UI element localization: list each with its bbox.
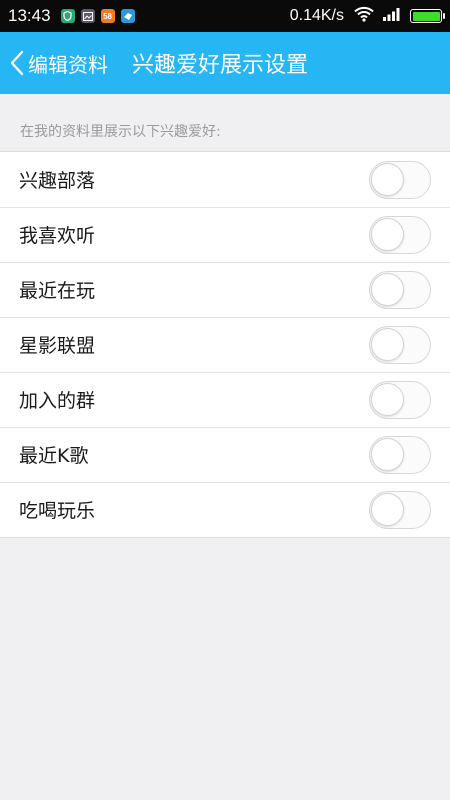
item-label: 加入的群 — [19, 390, 96, 412]
title-bar: 编辑资料 兴趣爱好展示设置 — [0, 32, 450, 94]
item-label: 最近在玩 — [19, 280, 96, 302]
toggle-switch[interactable] — [369, 490, 431, 529]
list-item: 星影联盟 — [0, 317, 450, 372]
back-label: 编辑资料 — [28, 52, 108, 77]
status-right: 0.14K/s — [289, 6, 445, 27]
gallery-app-icon — [80, 9, 95, 23]
toggle-switch[interactable] — [369, 270, 431, 309]
bird-app-icon — [120, 9, 135, 23]
chevron-left-icon — [10, 50, 24, 76]
toggle-switch[interactable] — [369, 215, 431, 254]
section-hint: 在我的资料里展示以下兴趣爱好: — [20, 124, 221, 140]
toggle-switch[interactable] — [369, 380, 431, 419]
toggle-switch[interactable] — [369, 325, 431, 364]
back-button[interactable]: 编辑资料 — [0, 32, 114, 94]
list-item: 我喜欢听 — [0, 207, 450, 262]
toggle-knob — [371, 162, 404, 196]
list-item: 兴趣部落 — [0, 152, 450, 207]
status-bar: 13:43 58 0.14K/s — [0, 0, 450, 32]
network-speed: 0.14K/s — [289, 7, 344, 24]
interest-list: 兴趣部落 我喜欢听 最近在玩 星影联盟 加入的群 最近K歌 吃喝玩乐 — [0, 151, 450, 538]
shield-app-icon — [60, 9, 75, 23]
list-item: 加入的群 — [0, 372, 450, 427]
item-label: 我喜欢听 — [19, 225, 96, 247]
toggle-knob — [371, 382, 404, 416]
item-label: 最近K歌 — [19, 445, 89, 467]
battery-icon — [410, 9, 445, 23]
list-item: 最近K歌 — [0, 427, 450, 482]
battery-fill — [412, 11, 440, 21]
status-time: 13:43 — [8, 6, 51, 25]
list-item: 最近在玩 — [0, 262, 450, 317]
toggle-knob — [371, 437, 404, 471]
list-item: 吃喝玩乐 — [0, 482, 450, 537]
toggle-switch[interactable] — [369, 160, 431, 199]
toggle-switch[interactable] — [369, 435, 431, 474]
toggle-knob — [371, 217, 404, 251]
item-label: 星影联盟 — [19, 335, 96, 357]
toggle-knob — [371, 327, 404, 361]
58-app-icon: 58 — [100, 9, 115, 23]
signal-icon — [382, 6, 402, 26]
item-label: 吃喝玩乐 — [19, 500, 96, 522]
toggle-knob — [371, 272, 404, 306]
wifi-icon — [354, 6, 374, 27]
item-label: 兴趣部落 — [19, 170, 96, 192]
toggle-knob — [371, 492, 404, 526]
page-title: 兴趣爱好展示设置 — [132, 53, 309, 78]
